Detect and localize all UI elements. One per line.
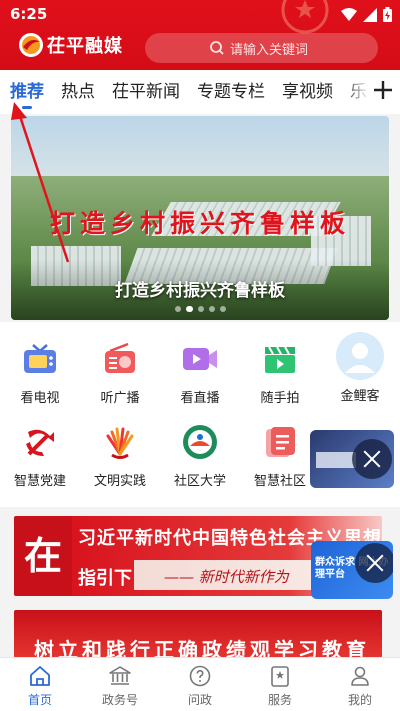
- service-community-university[interactable]: 社区大学: [160, 422, 240, 489]
- service-live[interactable]: 看直播: [160, 339, 240, 406]
- radio-icon: [105, 342, 135, 373]
- community-university-icon: [183, 425, 217, 459]
- government-icon: [109, 666, 131, 685]
- banner-slogan: 打造乡村振兴齐鲁样板: [49, 209, 350, 238]
- card-subtitle: —— 新时代新作为: [164, 568, 289, 586]
- nav-home[interactable]: 首页: [0, 658, 80, 711]
- nav-service[interactable]: 服务: [240, 658, 320, 711]
- card-title-line2: 指引下: [78, 568, 132, 589]
- close-icon[interactable]: [352, 439, 392, 479]
- carousel-dots: [11, 306, 389, 312]
- card2-title: 树立和践行正确政绩观学习教育: [34, 638, 370, 658]
- party-emblem-icon: [26, 429, 54, 456]
- carousel-dot: [219, 306, 226, 312]
- carousel-dot: [208, 306, 215, 312]
- add-channel-icon[interactable]: [372, 79, 394, 101]
- search-icon: [210, 41, 224, 55]
- app-name: 茌平融媒: [47, 36, 123, 57]
- question-icon: [189, 665, 211, 687]
- theme-card-education[interactable]: 树立和践行正确政绩观学习教育: [14, 610, 382, 658]
- search-input[interactable]: 请输入关键词: [145, 33, 378, 63]
- signal-icon: [363, 7, 377, 22]
- carousel-dot-active: [185, 306, 193, 312]
- floating-ad-complaint[interactable]: 群众诉求 网上办理平台: [311, 541, 393, 599]
- nav-mine[interactable]: 我的: [320, 658, 400, 711]
- civilization-icon: [106, 427, 134, 459]
- channel-tabs: 推荐 热点 茌平新闻 专题专栏 享视频 乐: [0, 70, 400, 114]
- tab-hot[interactable]: 热点: [61, 80, 95, 104]
- search-placeholder: 请输入关键词: [230, 42, 309, 58]
- banner-carousel[interactable]: 打造乡村振兴齐鲁样板 打造乡村振兴齐鲁样板: [11, 116, 389, 320]
- logo-icon: [19, 33, 43, 57]
- smart-community-icon: [266, 427, 295, 457]
- tab-video[interactable]: 享视频: [282, 80, 333, 104]
- close-icon[interactable]: [355, 543, 393, 583]
- floating-ad-video[interactable]: [310, 430, 394, 488]
- service-jinlike[interactable]: 金鲤客: [320, 331, 400, 404]
- user-icon: [351, 666, 369, 686]
- nav-government[interactable]: 政务号: [80, 658, 160, 711]
- app-logo: 茌平融媒: [18, 32, 123, 58]
- card-big-char: 在: [14, 516, 72, 596]
- bottom-nav: 首页 政务号 问政 服务 我的: [0, 657, 400, 711]
- service-watch-tv[interactable]: 看电视: [0, 339, 80, 406]
- service-icon: [271, 666, 289, 687]
- battery-icon: [383, 7, 392, 22]
- nav-inquiry[interactable]: 问政: [160, 658, 240, 711]
- live-video-icon: [183, 348, 217, 370]
- tab-recommend[interactable]: 推荐: [10, 80, 44, 109]
- tv-icon: [24, 344, 56, 373]
- tab-fade: [342, 70, 370, 114]
- home-icon: [30, 666, 50, 686]
- banner-caption: 打造乡村振兴齐鲁样板: [115, 281, 285, 301]
- service-civilization[interactable]: 文明实践: [80, 422, 160, 489]
- carousel-dot: [174, 306, 181, 312]
- avatar-icon: [336, 332, 384, 380]
- service-snapshot[interactable]: 随手拍: [240, 339, 320, 406]
- service-smart-community[interactable]: 智慧社区: [240, 422, 320, 489]
- clapperboard-icon: [265, 346, 295, 373]
- service-smart-party[interactable]: 智慧党建: [0, 422, 80, 489]
- app-header: 6:25 茌平融媒 请输入关键词: [0, 0, 400, 70]
- carousel-dot: [197, 306, 204, 312]
- status-time: 6:25: [10, 5, 48, 23]
- tab-chiping-news[interactable]: 茌平新闻: [112, 80, 180, 104]
- tab-special-column[interactable]: 专题专栏: [197, 80, 265, 104]
- service-radio[interactable]: 听广播: [80, 339, 160, 406]
